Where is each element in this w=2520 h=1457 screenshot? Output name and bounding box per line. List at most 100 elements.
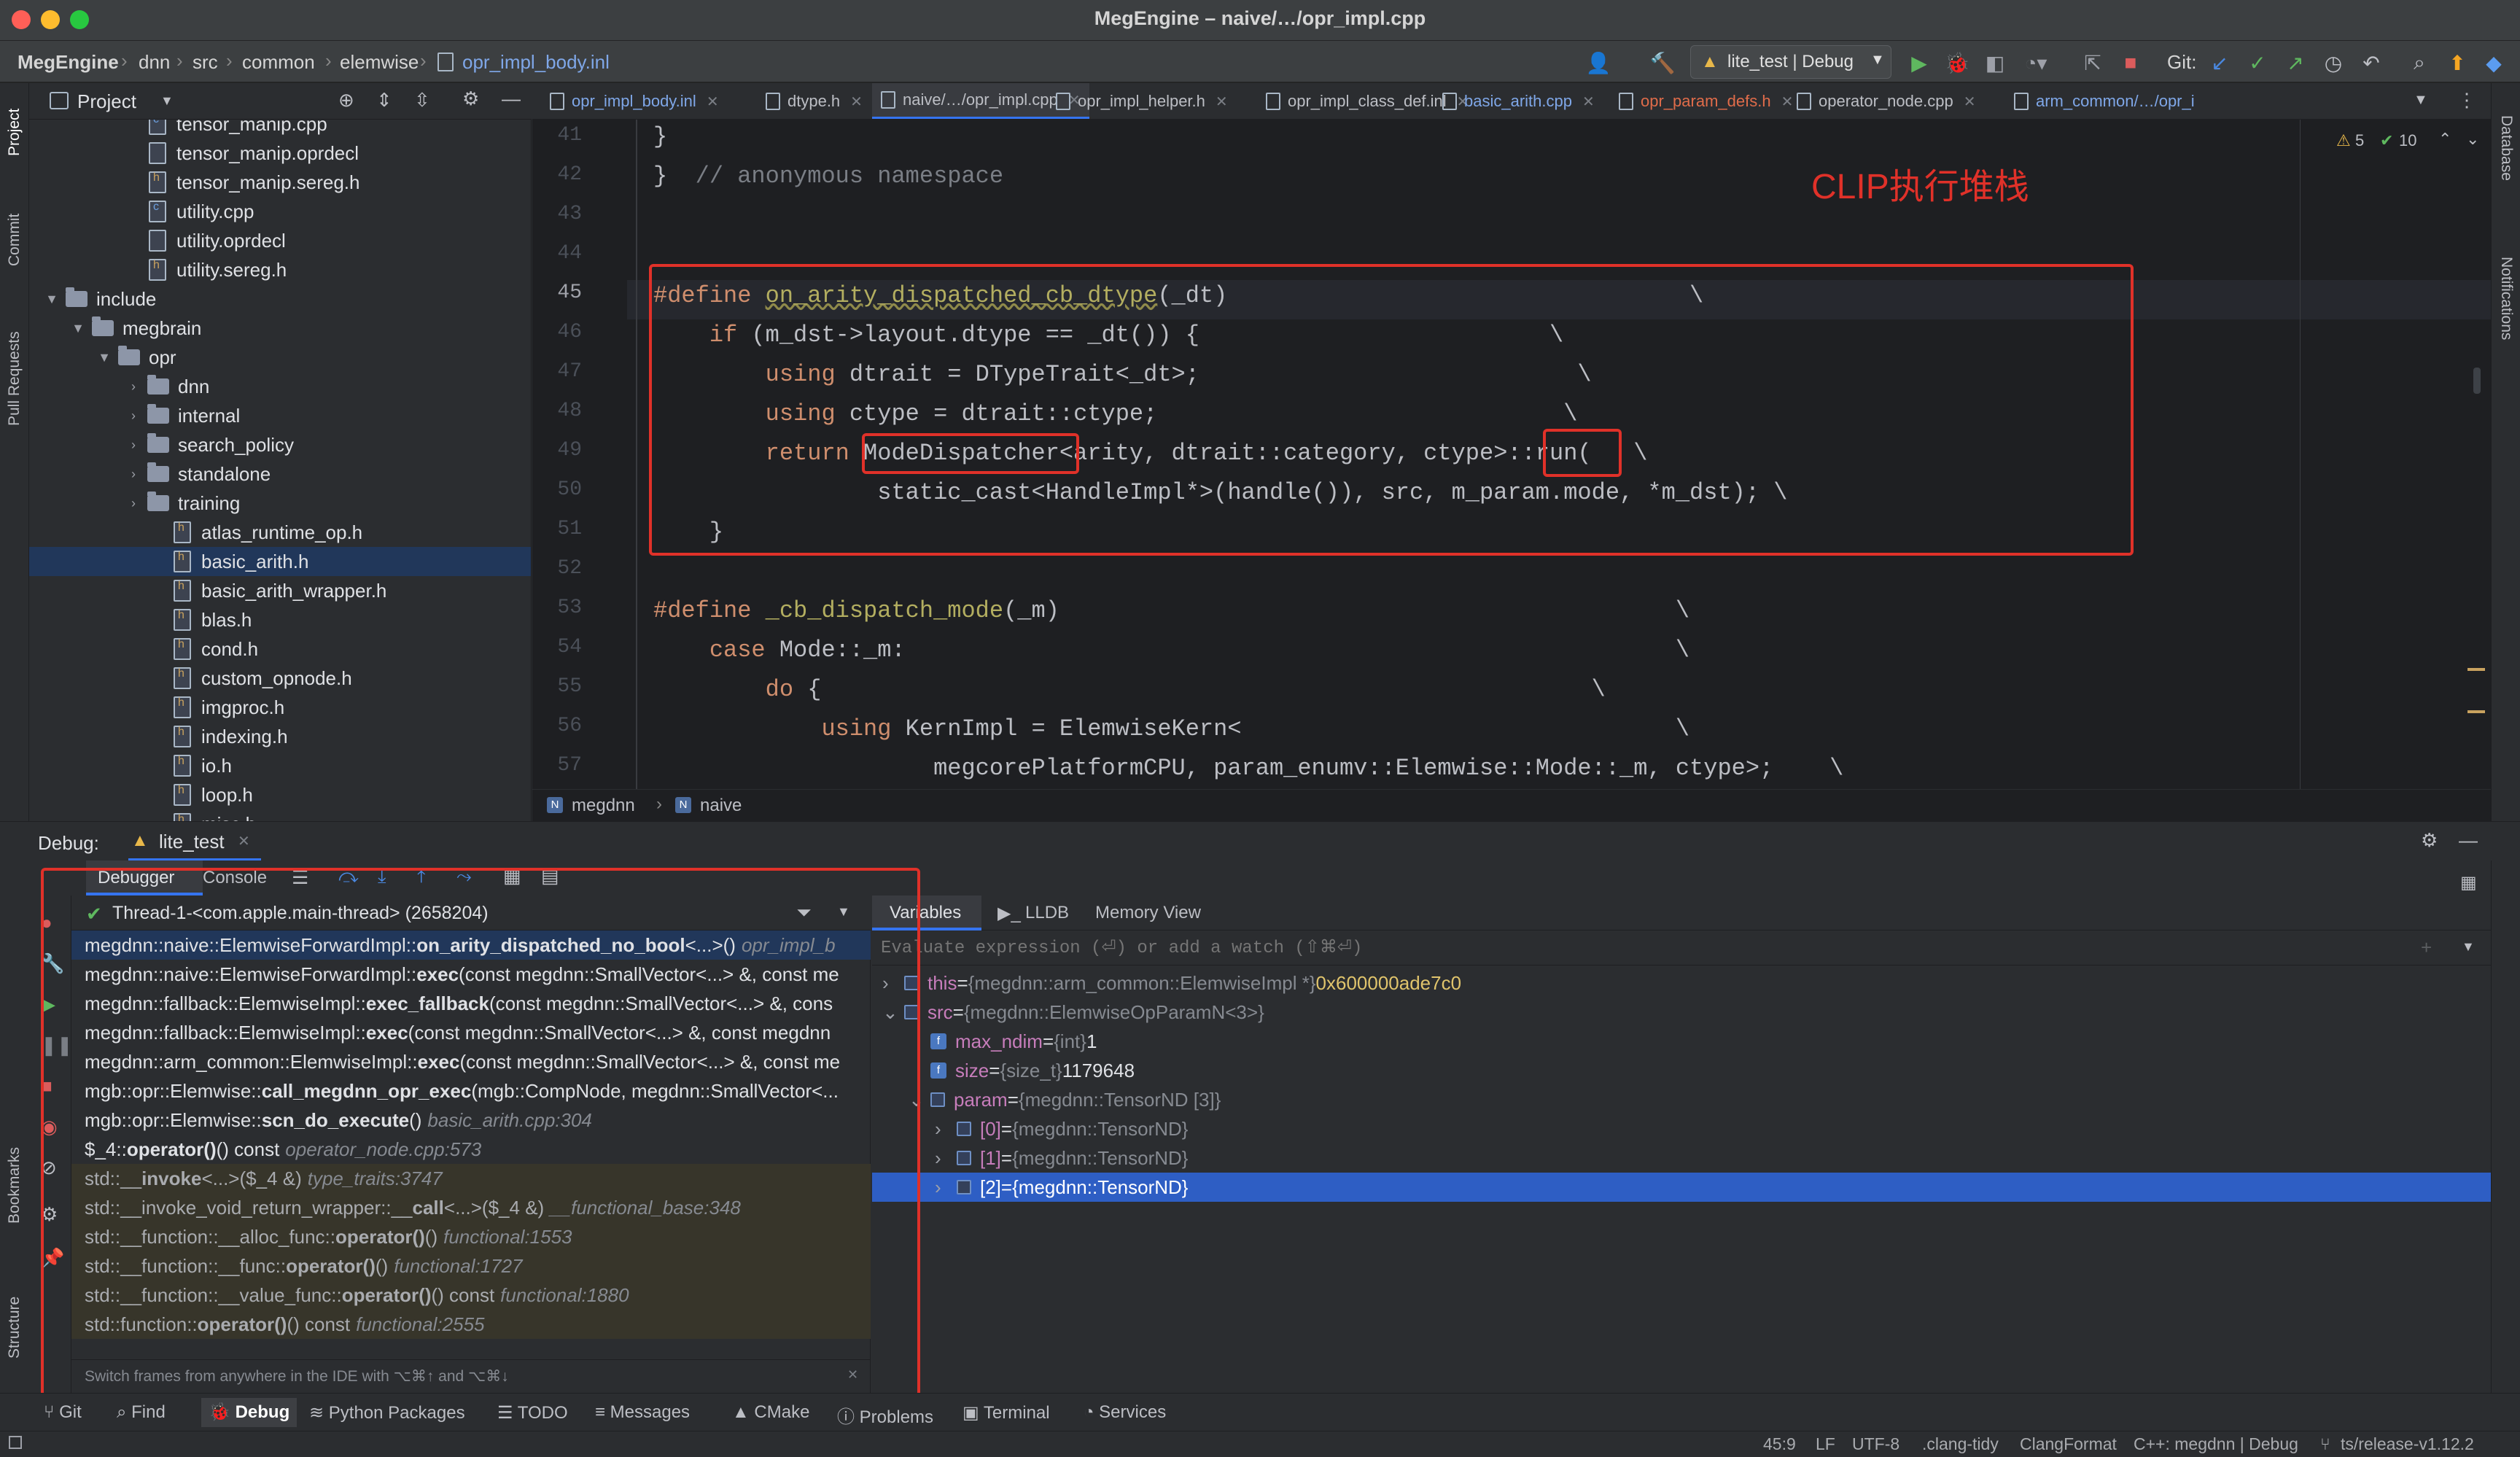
tree-item[interactable]: cond.h [166,634,258,664]
bottom-tool-todo[interactable]: ☰ TODO [497,1402,568,1423]
more-icon[interactable]: ⋮ [2457,89,2476,112]
bottom-tool-debug[interactable]: 🐞 Debug [201,1398,298,1427]
hide-icon[interactable]: — [502,88,521,110]
evaluate-expression-input[interactable] [881,935,2325,961]
git-push-icon[interactable]: ↗ [2281,48,2310,77]
tree-item[interactable]: atlas_runtime_op.h [166,518,362,547]
attach-process-icon[interactable]: ⇱ [2078,48,2107,77]
breadcrumb-elemwise[interactable]: elemwise [340,51,419,74]
close-tab-icon[interactable]: ✕ [1216,93,1228,111]
tree-item[interactable]: tensor_manip.cpp [141,120,327,139]
tree-item[interactable]: indexing.h [166,722,288,751]
breadcrumb-namespace-naive[interactable]: naive [700,796,742,816]
tree-item[interactable]: › search_policy [125,430,294,459]
bottom-tool-find[interactable]: ⌕ Find [117,1402,166,1423]
chevron-right-icon[interactable]: › [935,1118,957,1141]
status-formatter[interactable]: ClangFormat [2020,1434,2117,1454]
close-icon[interactable]: ✕ [238,832,250,850]
variable-row[interactable]: ⌄ param = {megdnn::TensorND [3]} [909,1085,1221,1114]
bottom-tool-cmake[interactable]: ▲ CMake [732,1402,809,1423]
code-editor[interactable]: 41 42 43 44 45 46 47 48 49 50 51 52 53 54 55 56 57 } } /… [532,120,2491,789]
bottom-tool-services[interactable]: ◔ Services [1084,1402,1166,1423]
tree-item[interactable]: › standalone [125,459,271,489]
variable-row[interactable]: f max_ndim = {int} 1 [909,1027,1097,1056]
layout-toggle-icon[interactable] [9,1436,22,1449]
tree-item[interactable]: utility.oprdecl [141,226,286,255]
ide-logo-icon[interactable]: ◆ [2479,48,2508,77]
close-tab-icon[interactable]: ✕ [1964,93,1976,111]
breadcrumb-src[interactable]: src [192,51,218,74]
project-panel-title[interactable]: Project [77,90,136,113]
debug-session-tab[interactable]: ▲ lite_test ✕ [128,822,261,861]
check-icon[interactable]: ✔ [2380,131,2393,150]
profile-icon[interactable]: ◔▾ [2021,48,2050,77]
status-caret-position[interactable]: 45:9 [1763,1434,1796,1454]
history-clock-icon[interactable]: ◷ [2319,48,2348,77]
chevron-right-icon[interactable]: › [125,467,141,482]
breadcrumb-namespace-megdnn[interactable]: megdnn [572,796,635,816]
chevron-right-icon[interactable]: › [935,1147,957,1170]
stop-icon[interactable]: ■ [2116,48,2145,77]
hide-icon[interactable]: — [2459,829,2478,852]
tool-project[interactable]: Project [0,92,29,172]
tool-bookmarks[interactable]: Bookmarks [0,1130,29,1240]
tree-item[interactable]: basic_arith.h [29,547,531,576]
locate-icon[interactable]: ⊕ [338,89,354,112]
status-linter[interactable]: .clang-tidy [1922,1434,1999,1454]
layout-settings-icon[interactable]: ▦ [2460,872,2477,893]
close-tab-icon[interactable]: ✕ [707,93,719,111]
variable-row[interactable]: › [2] = {megdnn::TensorND} [872,1173,2491,1202]
chevron-right-icon[interactable]: › [935,1176,957,1199]
tree-item[interactable]: tensor_manip.oprdecl [141,139,359,168]
tree-item[interactable]: io.h [166,751,232,780]
update-icon[interactable]: ⬆ [2443,48,2472,77]
bottom-tool-terminal[interactable]: ▣ Terminal [962,1402,1050,1423]
tree-item[interactable]: loop.h [166,780,253,809]
user-profile-icon[interactable]: 👤 [1584,48,1613,77]
tree-item[interactable]: utility.sereg.h [141,255,287,284]
chevron-right-icon[interactable]: › [125,496,141,511]
bottom-tool-git[interactable]: ⑂ Git [44,1402,82,1423]
tree-item[interactable]: › dnn [125,372,209,401]
breadcrumb-dnn[interactable]: dnn [139,51,170,74]
close-tab-icon[interactable]: ✕ [1582,93,1595,111]
collapse-all-icon[interactable]: ⇳ [414,89,430,112]
gear-icon[interactable]: ⚙ [2421,829,2438,852]
tree-item[interactable]: ▼ megbrain [70,314,201,343]
gear-icon[interactable]: ⚙ [462,88,479,110]
tool-commit[interactable]: Commit [0,200,29,280]
tree-item[interactable]: imgproc.h [166,693,284,722]
tool-notifications[interactable]: Notifications [2492,229,2520,368]
variable-row[interactable]: › this = {megdnn::arm_common::ElemwiseImp… [882,968,1461,998]
chevron-down-icon[interactable]: ▼ [160,93,174,109]
breadcrumb-project[interactable]: MegEngine [18,51,119,74]
tab-lldb[interactable]: LLDB [1025,903,1069,923]
editor-tab[interactable]: basic_arith.cpp ✕ [1434,83,1603,119]
tab-memory-view[interactable]: Memory View [1095,903,1201,923]
editor-tab[interactable]: arm_common/…/opr_i [2005,83,2204,119]
debug-bug-icon[interactable]: 🐞 [1942,48,1972,77]
status-git-branch[interactable]: ts/release-v1.12.2 [2341,1434,2474,1454]
git-update-icon[interactable]: ↙ [2205,48,2234,77]
tree-item[interactable]: tensor_manip.sereg.h [141,168,359,197]
tree-item[interactable]: misc.h [166,809,256,821]
expand-all-icon[interactable]: ⇕ [376,89,392,112]
tree-item[interactable]: utility.cpp [141,197,254,226]
bottom-tool-python-packages[interactable]: ≋ Python Packages [309,1402,465,1423]
search-icon[interactable]: ⌕ [2405,48,2434,77]
chevron-down-icon[interactable]: ▼ [96,350,112,365]
chevron-right-icon[interactable]: › [125,379,141,395]
tree-item[interactable]: custom_opnode.h [166,664,352,693]
close-tab-icon[interactable]: ✕ [850,93,863,111]
chevron-right-icon[interactable]: › [125,438,141,453]
run-icon[interactable]: ▶ [1905,48,1934,77]
run-configuration-select[interactable]: ▲ lite_test | Debug ▼ [1690,45,1891,79]
editor-scrollbar-thumb[interactable] [2473,368,2481,394]
tree-item[interactable]: › internal [125,401,240,430]
status-encoding[interactable]: UTF-8 [1852,1434,1899,1454]
editor-tab[interactable]: operator_node.cpp ✕ [1788,83,1984,119]
variable-row[interactable]: › [0] = {megdnn::TensorND} [935,1114,1188,1143]
rollback-icon[interactable]: ↶ [2357,48,2386,77]
add-watch-icon[interactable]: + [2421,936,2432,959]
chevron-down-icon[interactable]: ▼ [44,292,60,307]
